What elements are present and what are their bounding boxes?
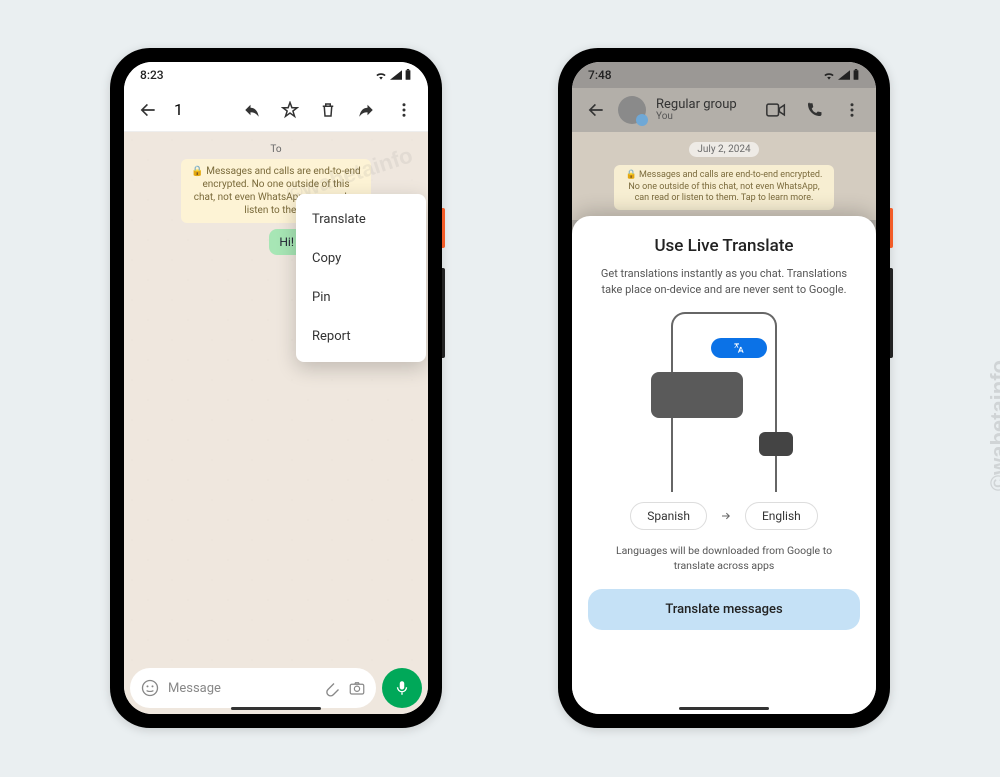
signal-icon bbox=[390, 70, 402, 80]
mic-button[interactable] bbox=[382, 668, 422, 708]
sheet-note: Languages will be downloaded from Google… bbox=[604, 544, 844, 573]
reply-button[interactable] bbox=[236, 94, 268, 126]
signal-icon bbox=[838, 70, 850, 80]
call-button[interactable] bbox=[798, 94, 830, 126]
status-icons bbox=[822, 69, 860, 81]
menu-report[interactable]: Report bbox=[296, 317, 426, 356]
message-input[interactable]: Message bbox=[130, 668, 376, 708]
battery-icon bbox=[852, 69, 860, 81]
wifi-icon bbox=[822, 70, 836, 80]
more-button[interactable] bbox=[836, 94, 868, 126]
dots-vertical-icon bbox=[395, 101, 413, 119]
back-button[interactable] bbox=[580, 94, 612, 126]
wifi-icon bbox=[374, 70, 388, 80]
chat-toolbar: Regular group You bbox=[572, 88, 876, 132]
chat-title[interactable]: Regular group bbox=[656, 98, 754, 111]
sheet-title: Use Live Translate bbox=[654, 236, 793, 256]
star-button[interactable] bbox=[274, 94, 306, 126]
date-chip: July 2, 2024 bbox=[689, 142, 758, 157]
selection-toolbar: 1 bbox=[124, 88, 428, 132]
menu-pin[interactable]: Pin bbox=[296, 278, 426, 317]
arrow-right-icon bbox=[719, 510, 733, 522]
nav-bar[interactable] bbox=[679, 707, 769, 710]
battery-icon bbox=[404, 69, 412, 81]
forward-button[interactable] bbox=[350, 94, 382, 126]
nav-bar[interactable] bbox=[231, 707, 321, 710]
selection-count: 1 bbox=[174, 100, 183, 119]
lang-to[interactable]: English bbox=[745, 502, 818, 530]
chat-area[interactable]: To 🔒 Messages and calls are end-to-end e… bbox=[124, 132, 428, 662]
delete-button[interactable] bbox=[312, 94, 344, 126]
forward-icon bbox=[357, 101, 375, 119]
video-call-button[interactable] bbox=[760, 94, 792, 126]
arrow-left-icon bbox=[586, 100, 606, 120]
camera-icon[interactable] bbox=[348, 679, 366, 697]
clock: 8:23 bbox=[140, 68, 164, 82]
emoji-icon[interactable] bbox=[140, 678, 160, 698]
encryption-notice[interactable]: 🔒 Messages and calls are end-to-end encr… bbox=[614, 165, 834, 210]
screen-right: 7:48 Regular group You bbox=[572, 62, 876, 714]
language-selector: Spanish English bbox=[630, 502, 818, 530]
clock: 7:48 bbox=[588, 68, 612, 82]
avatar[interactable] bbox=[618, 96, 646, 124]
message-placeholder: Message bbox=[168, 681, 221, 696]
screen-left: 8:23 1 bbox=[124, 62, 428, 714]
live-translate-sheet: Use Live Translate Get translations inst… bbox=[572, 216, 876, 714]
trash-icon bbox=[319, 101, 337, 119]
volume-button bbox=[890, 268, 893, 358]
video-icon bbox=[766, 102, 786, 118]
chat-subtitle: You bbox=[656, 111, 754, 122]
translate-button[interactable]: Translate messages bbox=[588, 589, 860, 630]
power-button bbox=[442, 208, 445, 248]
dots-vertical-icon bbox=[843, 101, 861, 119]
status-bar: 7:48 bbox=[572, 62, 876, 88]
phone-right: 7:48 Regular group You bbox=[558, 48, 890, 728]
more-button[interactable] bbox=[388, 94, 420, 126]
sheet-description: Get translations instantly as you chat. … bbox=[594, 266, 854, 298]
menu-copy[interactable]: Copy bbox=[296, 239, 426, 278]
status-bar: 8:23 bbox=[124, 62, 428, 88]
translate-pill-icon bbox=[711, 338, 767, 358]
volume-button bbox=[442, 268, 445, 358]
reply-icon bbox=[243, 101, 261, 119]
back-button[interactable] bbox=[132, 94, 164, 126]
star-icon bbox=[281, 101, 299, 119]
lang-from[interactable]: Spanish bbox=[630, 502, 707, 530]
attach-icon[interactable] bbox=[322, 679, 340, 697]
illustration bbox=[639, 312, 809, 492]
mic-icon bbox=[393, 679, 411, 697]
phone-icon bbox=[805, 101, 823, 119]
arrow-left-icon bbox=[138, 100, 158, 120]
phone-left: 8:23 1 bbox=[110, 48, 442, 728]
power-button bbox=[890, 208, 893, 248]
context-menu: Translate Copy Pin Report bbox=[296, 194, 426, 362]
date-chip: To bbox=[132, 144, 420, 155]
status-icons bbox=[374, 69, 412, 81]
chat-screen-dimmed: Regular group You July 2, 2024 🔒 bbox=[572, 88, 876, 714]
menu-translate[interactable]: Translate bbox=[296, 200, 426, 239]
